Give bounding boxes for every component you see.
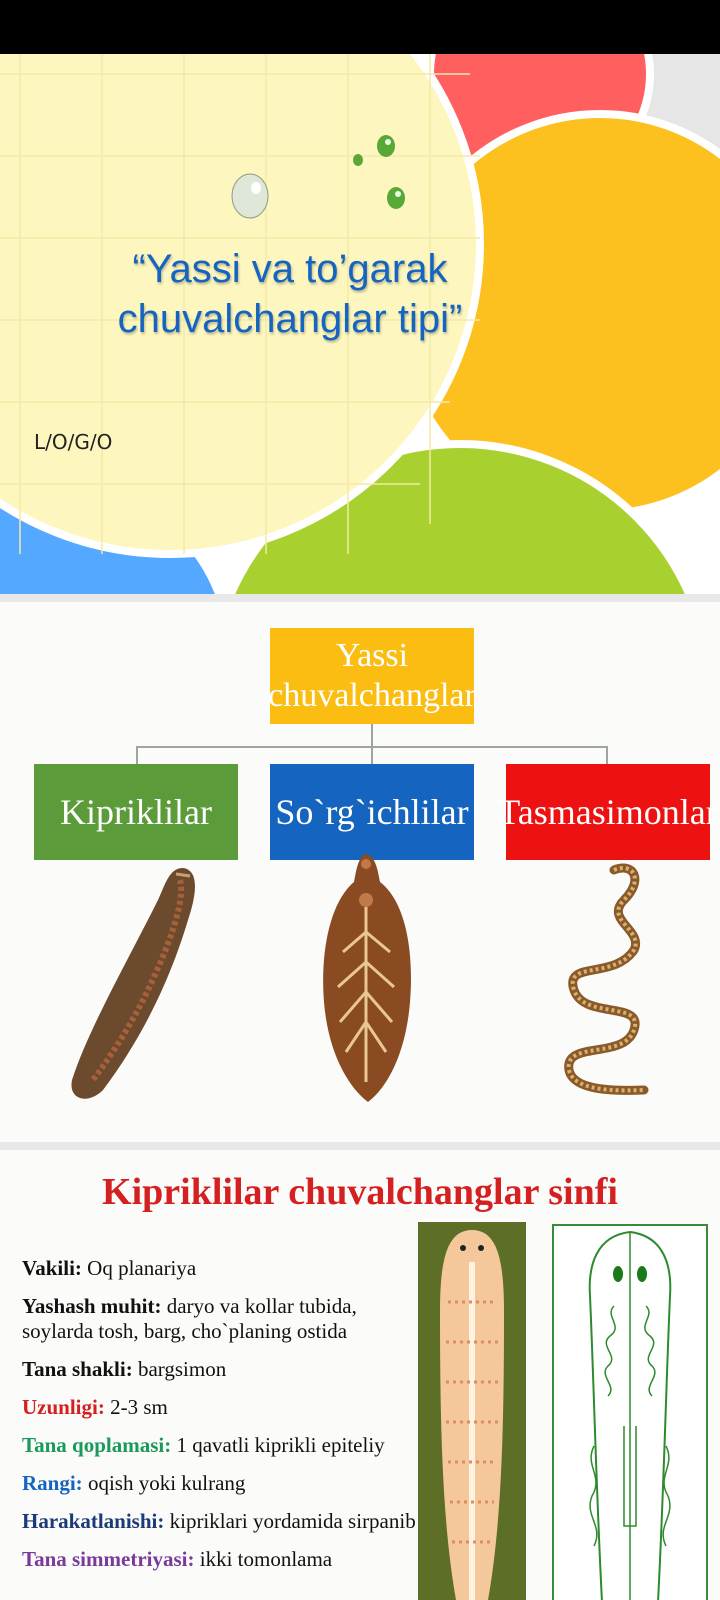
title-line-1: “Yassi va to’garak: [132, 247, 448, 291]
slide-3-title: Kipriklilar chuvalchanglar sinfi: [102, 1171, 618, 1213]
root-box: Yassi chuvalchanglar: [268, 628, 476, 724]
facts-list: Vakili: Oq planariya Yashash muhit: dary…: [22, 1256, 422, 1585]
status-bar: [0, 0, 720, 54]
slide-title[interactable]: “Yassi va to’garak chuvalchanglar tipi” …: [0, 54, 720, 594]
fact-key: Tana shakli:: [22, 1357, 133, 1381]
fact-key: Tana qoplamasi:: [22, 1433, 172, 1457]
fact-vakili: Vakili: Oq planariya: [22, 1256, 422, 1281]
fact-value: Oq planariya: [81, 1256, 197, 1280]
fact-key: Uzunligi:: [22, 1395, 105, 1419]
fact-uzunligi: Uzunligi: 2-3 sm: [22, 1395, 422, 1420]
fact-key: Tana simmetriyasi:: [22, 1547, 195, 1571]
slide-kipriklilar[interactable]: Kipriklilar chuvalchanglar sinfi Vakili:…: [0, 1150, 720, 1600]
title-line-2: chuvalchanglar tipi”: [117, 297, 463, 341]
connector-vertical: [371, 724, 373, 748]
fact-tana-simmetriyasi: Tana simmetriyasi: ikki tomonlama: [22, 1547, 422, 1572]
connector-right: [606, 746, 608, 764]
planarian-anatomy-diagram: [552, 1224, 708, 1600]
class-box-kipriklilar: Kipriklilar: [34, 764, 238, 860]
tapeworm-image: [564, 863, 649, 1095]
fact-value: kipriklari yordamida sirpanib: [164, 1509, 416, 1533]
slide-classification[interactable]: Yassi chuvalchanglar Kipriklilar So`rg`i…: [0, 602, 720, 1142]
presentation-title: “Yassi va to’garak chuvalchanglar tipi”: [60, 244, 520, 344]
fact-value: 1 qavatli kiprikli epiteliy: [171, 1433, 385, 1457]
logo-text: L/O/G/O: [34, 430, 113, 454]
class-box-tasmasimonlar: Tasmasimonlar: [498, 764, 718, 860]
fact-key: Harakatlanishi:: [22, 1509, 165, 1533]
planarian-photo: [418, 1222, 526, 1600]
fact-value: oqish yoki kulrang: [82, 1471, 246, 1495]
fact-yashash-muhit: Yashash muhit: daryo va kollar tubida, s…: [22, 1294, 422, 1344]
fact-key: Vakili:: [22, 1256, 82, 1280]
fact-tana-shakli: Tana shakli: bargsimon: [22, 1357, 422, 1382]
class-box-sorgichlilar: So`rg`ichlilar: [270, 764, 474, 860]
root-line-1: Yassi: [335, 637, 409, 674]
liver-fluke-image: [323, 854, 411, 1102]
root-line-2: chuvalchanglar: [268, 677, 476, 714]
planarian-image: [71, 868, 195, 1099]
fact-value: ikki tomonlama: [194, 1547, 333, 1571]
fact-value: 2-3 sm: [104, 1395, 168, 1419]
fact-key: Rangi:: [22, 1471, 83, 1495]
fact-key: Yashash muhit:: [22, 1294, 162, 1318]
connector-middle: [371, 746, 373, 764]
fact-value: bargsimon: [132, 1357, 227, 1381]
fact-rangi: Rangi: oqish yoki kulrang: [22, 1471, 422, 1496]
fact-tana-qoplamasi: Tana qoplamasi: 1 qavatli kiprikli epite…: [22, 1433, 422, 1458]
connector-left: [136, 746, 138, 764]
fact-harakatlanishi: Harakatlanishi: kipriklari yordamida sir…: [22, 1509, 422, 1534]
